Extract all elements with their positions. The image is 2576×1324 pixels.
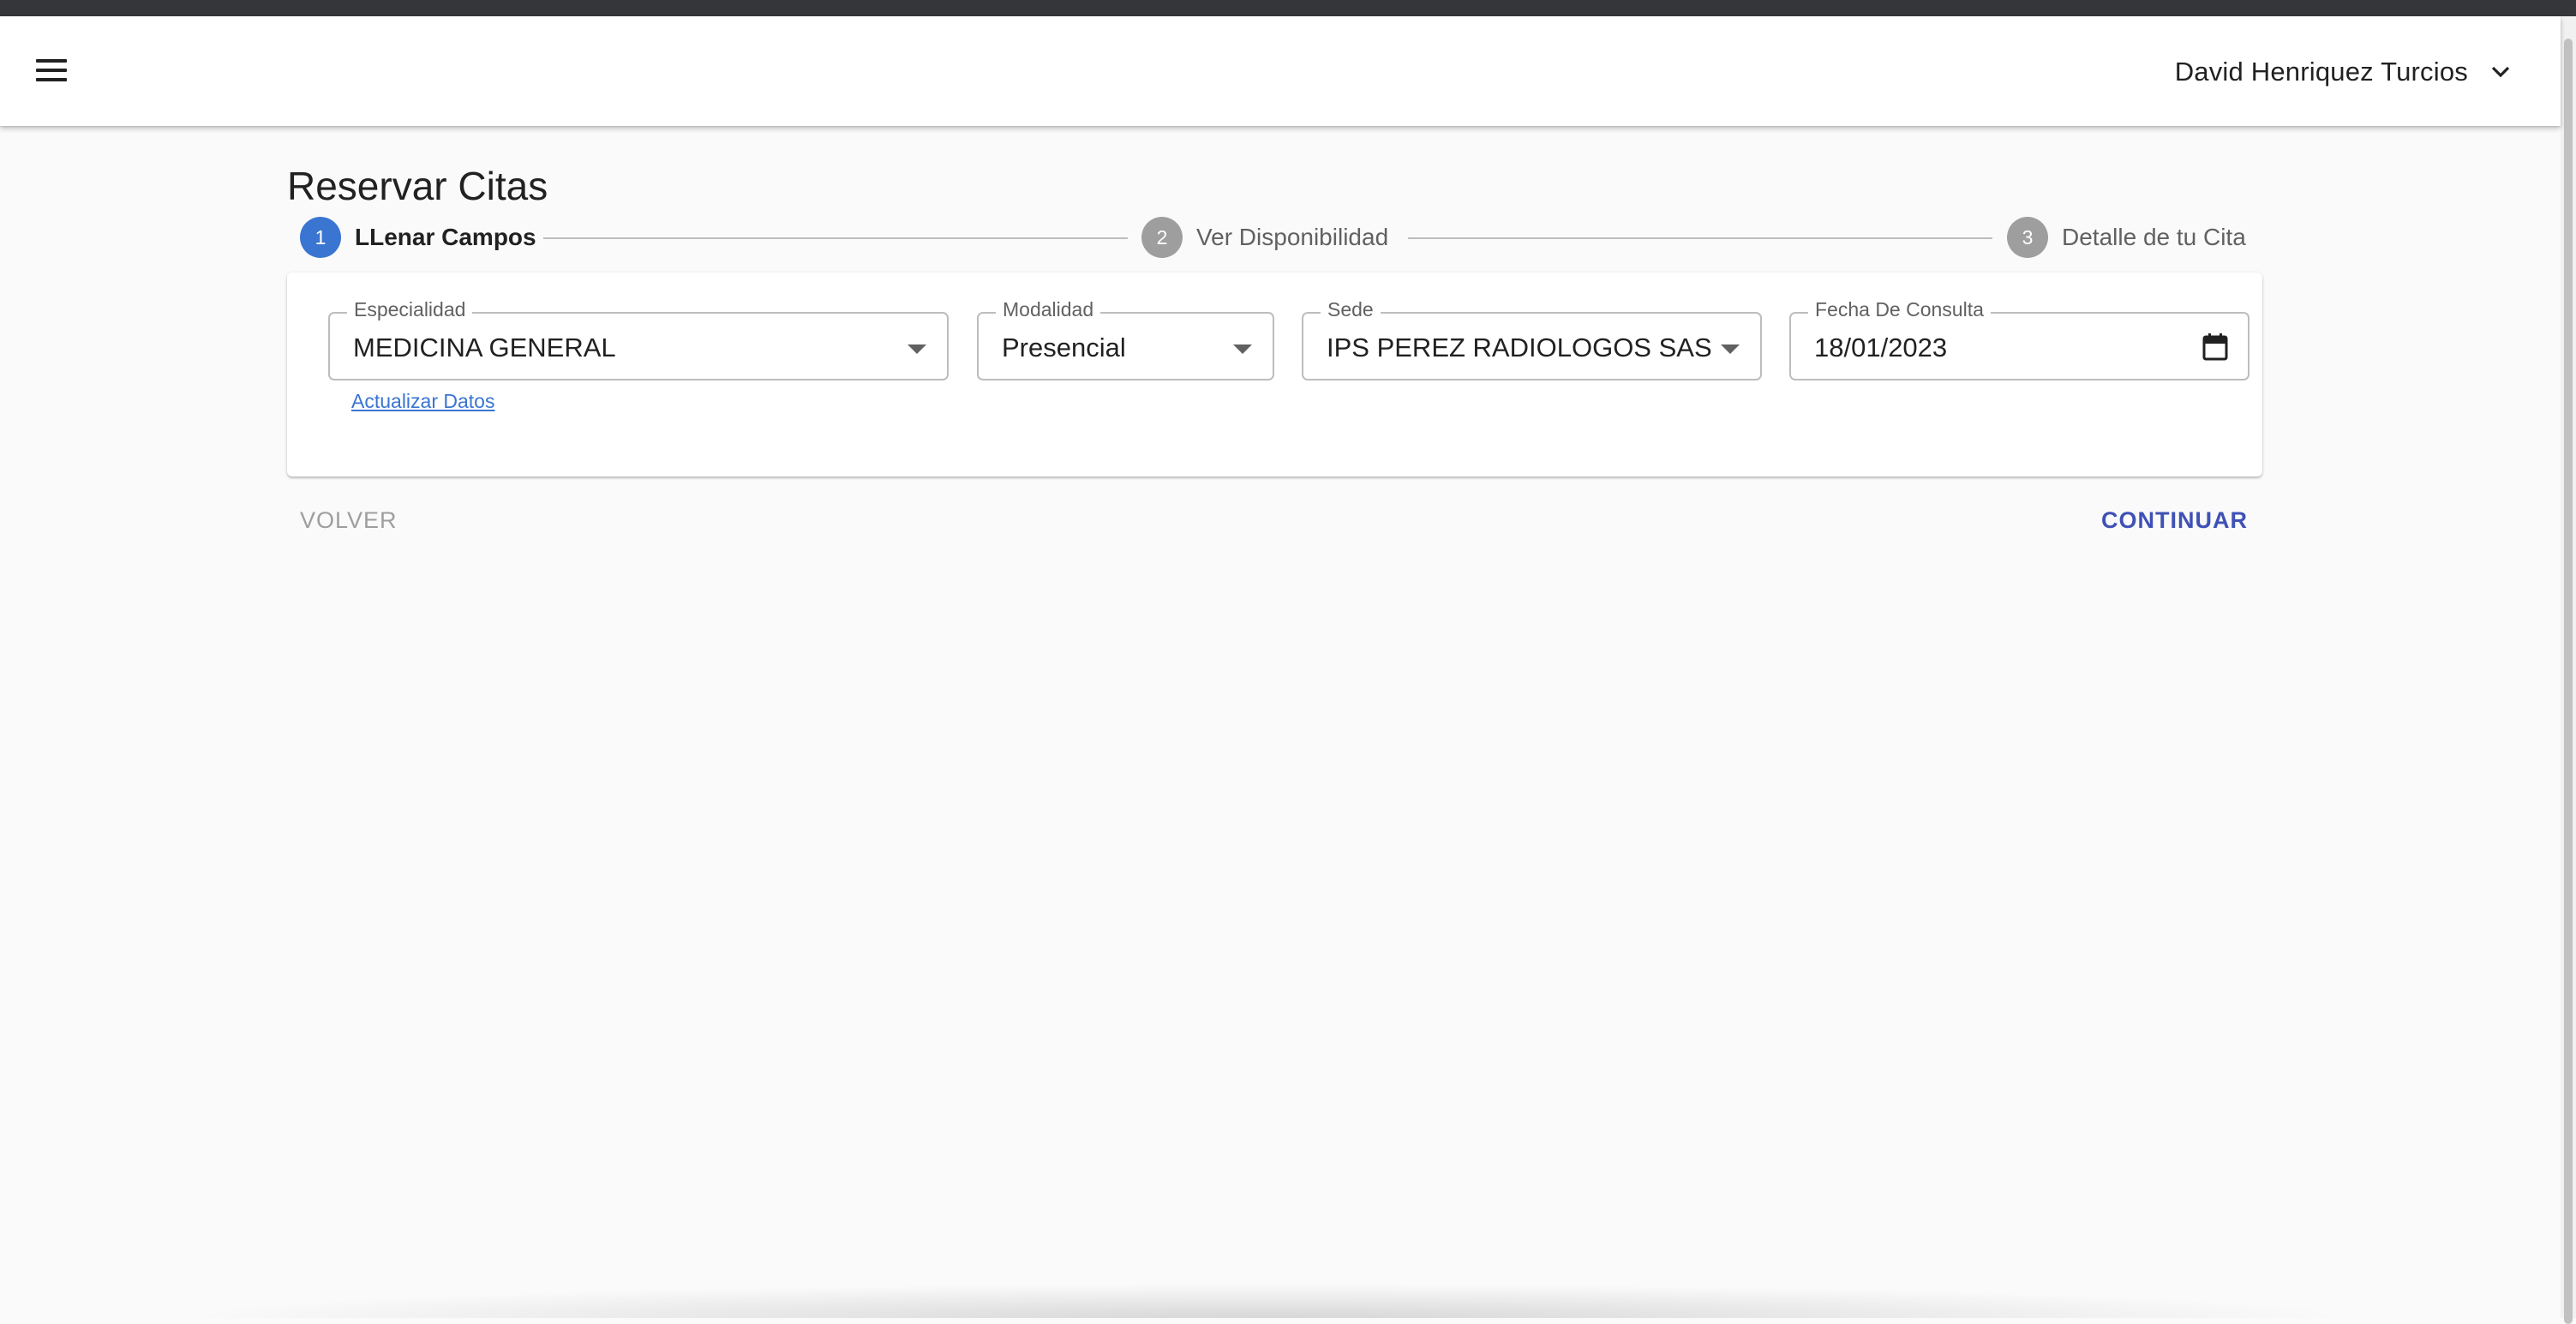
modalidad-select[interactable]: Modalidad Presencial (977, 298, 1274, 380)
step-label: Detalle de tu Cita (2062, 224, 2246, 250)
step-label: Ver Disponibilidad (1196, 224, 1389, 250)
step-number: 2 (1141, 217, 1183, 258)
field-label: Sede (1321, 298, 1381, 321)
user-name: David Henriquez Turcios (2174, 57, 2468, 87)
sede-select[interactable]: Sede IPS PEREZ RADIOLOGOS SAS (1302, 298, 1762, 380)
field-value: MEDICINA GENERAL (353, 332, 616, 362)
field-value: IPS PEREZ RADIOLOGOS SAS (1327, 332, 1712, 362)
menu-icon[interactable] (31, 54, 75, 90)
step-ver-disponibilidad[interactable]: 2 Ver Disponibilidad (1141, 216, 1388, 259)
app-bar: David Henriquez Turcios (0, 16, 2561, 126)
page-scrollbar[interactable] (2561, 16, 2576, 1324)
step-llenar-campos[interactable]: 1 LLenar Campos (300, 216, 536, 259)
actualizar-datos-link[interactable]: Actualizar Datos (351, 390, 494, 413)
field-value: 18/01/2023 (1814, 332, 1948, 362)
calendar-icon[interactable] (2202, 332, 2229, 366)
volver-button[interactable]: VOLVER (300, 507, 398, 534)
stepper: 1 LLenar Campos 2 Ver Disponibilidad 3 D… (300, 216, 2249, 259)
especialidad-select[interactable]: Especialidad MEDICINA GENERAL (328, 298, 949, 380)
field-label: Especialidad (347, 298, 473, 321)
form-card: Especialidad MEDICINA GENERAL Modalidad … (287, 273, 2262, 476)
step-detalle-cita[interactable]: 3 Detalle de tu Cita (2007, 216, 2246, 259)
continuar-button[interactable]: CONTINUAR (2101, 507, 2248, 534)
bottom-shadow (171, 1284, 2365, 1318)
step-connector (1408, 237, 1992, 239)
field-value: Presencial (1002, 332, 1126, 362)
step-number: 3 (2007, 217, 2048, 258)
step-number: 1 (300, 217, 341, 258)
browser-top-strip (0, 0, 2576, 16)
user-menu[interactable]: David Henriquez Turcios (2175, 52, 2511, 92)
caret-down-icon (1233, 344, 1252, 354)
caret-down-icon (908, 344, 926, 354)
caret-down-icon (1721, 344, 1740, 354)
field-label: Modalidad (996, 298, 1101, 321)
scrollbar-thumb[interactable] (2564, 39, 2573, 1324)
chevron-down-icon[interactable] (2490, 65, 2511, 79)
fecha-consulta-input[interactable]: Fecha De Consulta 18/01/2023 (1789, 298, 2250, 380)
step-label: LLenar Campos (355, 224, 536, 250)
step-connector (543, 237, 1128, 239)
field-label: Fecha De Consulta (1808, 298, 1991, 321)
page-title: Reservar Citas (287, 164, 548, 208)
